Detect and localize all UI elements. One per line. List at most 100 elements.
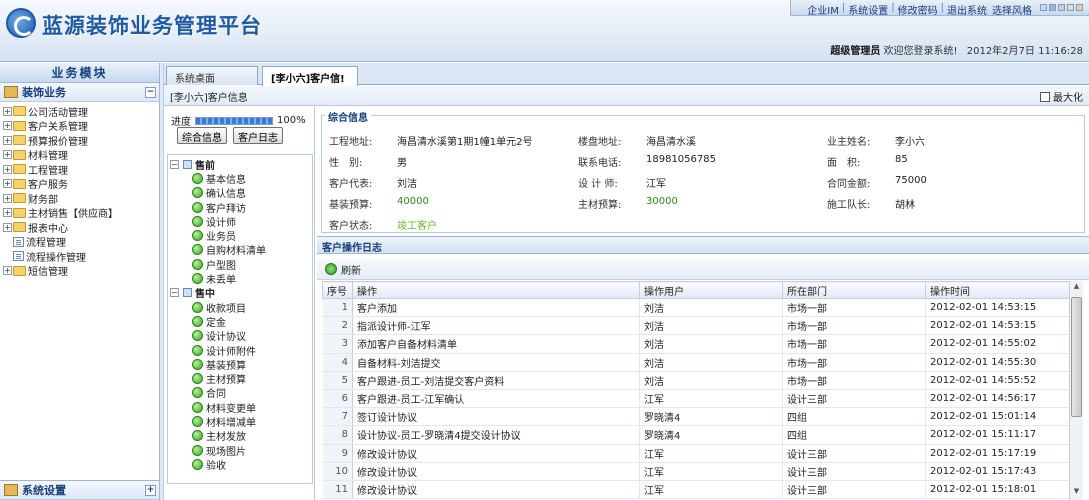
table-row[interactable]: 10修改设计协议江军设计三部2012-02-01 15:17:43 [323, 462, 1070, 480]
menu-logout[interactable]: 退出系统 [947, 2, 987, 15]
table-row[interactable]: 1客户添加刘洁市场一部2012-02-01 14:53:15 [323, 299, 1070, 317]
stage-item[interactable]: 基装预算 [170, 357, 312, 371]
expand-icon[interactable]: + [3, 194, 12, 203]
document-icon [13, 251, 24, 261]
tree-group-mid[interactable]: −售中 [170, 286, 312, 300]
table-cell: 2012-02-01 15:18:01 [926, 480, 1070, 498]
col-header[interactable]: 操作时间 [926, 282, 1070, 299]
tree-item-workflow[interactable]: 流程管理 [3, 235, 159, 250]
tree-group-pre[interactable]: −售前 [170, 157, 312, 171]
table-row[interactable]: 3添加客户自备材料清单刘洁市场一部2012-02-01 14:55:02 [323, 335, 1070, 353]
folder-icon [13, 106, 26, 116]
stage-item[interactable]: 客户拜访 [170, 200, 312, 214]
tab-desktop[interactable]: 系统桌面 [166, 66, 258, 85]
tab-customer-info[interactable]: [李小六]客户信!✕ [262, 66, 358, 86]
stage-item[interactable]: 材料变更单 [170, 400, 312, 414]
expand-icon[interactable]: + [145, 485, 156, 496]
stage-item[interactable]: 主材发放 [170, 429, 312, 443]
stage-item[interactable]: 确认信息 [170, 186, 312, 200]
col-header[interactable]: 序号 [323, 282, 353, 299]
table-row[interactable]: 11修改设计协议江军设计三部2012-02-01 15:18:01 [323, 480, 1070, 498]
scroll-up-icon[interactable]: ▲ [1071, 282, 1082, 294]
table-cell: 市场一部 [783, 335, 926, 353]
stage-item[interactable]: 业务员 [170, 228, 312, 242]
table-cell: 4 [323, 353, 353, 371]
stage-item[interactable]: 未丢单 [170, 271, 312, 285]
collapse-icon[interactable]: − [145, 87, 156, 98]
stage-item[interactable]: 基本信息 [170, 171, 312, 185]
stage-item[interactable]: 收款项目 [170, 300, 312, 314]
tree-item-service[interactable]: +客户服务 [3, 177, 159, 192]
table-row[interactable]: 6客户跟进-员工-江军确认江军设计三部2012-02-01 14:56:17 [323, 389, 1070, 407]
expand-icon[interactable]: + [3, 165, 12, 174]
stage-item[interactable]: 主材预算 [170, 371, 312, 385]
table-row[interactable]: 9修改设计协议江军设计三部2012-02-01 15:17:19 [323, 444, 1070, 462]
stage-tree: −售前 基本信息 确认信息 客户拜访 设计师 业务员 自购材料清单 户型图 未丢… [167, 154, 313, 484]
table-scrollbar[interactable]: ▲ ▼ [1069, 281, 1083, 500]
tree-item-materials[interactable]: +材料管理 [3, 148, 159, 163]
skin-swatch[interactable] [1076, 4, 1083, 11]
expand-icon[interactable]: + [3, 107, 12, 116]
tree-item-supplier[interactable]: +主材销售【供应商】 [3, 206, 159, 221]
skin-swatch[interactable] [1049, 4, 1056, 11]
menu-change-password[interactable]: 修改密码 [898, 2, 938, 15]
tree-item-budget[interactable]: +预算报价管理 [3, 133, 159, 148]
table-row[interactable]: 2指派设计师-江军刘洁市场一部2012-02-01 14:53:15 [323, 317, 1070, 335]
stage-item[interactable]: 定金 [170, 314, 312, 328]
stage-item[interactable]: 现场图片 [170, 443, 312, 457]
table-row[interactable]: 5客户跟进-员工-刘洁提交客户资料刘洁市场一部2012-02-01 14:55:… [323, 371, 1070, 389]
expand-icon[interactable]: + [3, 136, 12, 145]
scroll-down-icon[interactable]: ▼ [1071, 487, 1082, 499]
expand-icon[interactable]: + [3, 223, 12, 232]
check-icon [192, 202, 203, 213]
table-row[interactable]: 4自备材料-刘洁提交刘洁市场一部2012-02-01 14:55:30 [323, 353, 1070, 371]
tree-item-activity[interactable]: +公司活动管理 [3, 104, 159, 119]
col-header[interactable]: 操作用户 [640, 282, 783, 299]
tree-item-reports[interactable]: +报表中心 [3, 220, 159, 235]
table-row[interactable]: 7签订设计协议罗晓清4四组2012-02-01 15:01:14 [323, 408, 1070, 426]
stage-item[interactable]: 设计师附件 [170, 343, 312, 357]
accordion-decoration[interactable]: 装饰业务 − [0, 83, 159, 102]
skin-swatch[interactable] [1067, 4, 1074, 11]
expand-icon[interactable]: + [3, 266, 12, 275]
refresh-button[interactable]: 刷新 [325, 262, 361, 277]
stage-item[interactable]: 合同 [170, 386, 312, 400]
menu-im[interactable]: 企业IM [807, 2, 839, 15]
log-button[interactable]: 客户日志 [233, 127, 283, 144]
skin-swatch[interactable] [1040, 4, 1047, 11]
table-row[interactable]: 8设计协议-员工-罗晓清4提交设计协议罗晓清4四组2012-02-01 15:1… [323, 426, 1070, 444]
stage-item[interactable]: 设计协议 [170, 329, 312, 343]
maximize-button[interactable]: 最大化 [1040, 89, 1083, 104]
collapse-icon[interactable]: − [170, 288, 179, 297]
tree-item-project[interactable]: +工程管理 [3, 162, 159, 177]
table-cell: 市场一部 [783, 353, 926, 371]
stage-item[interactable]: 户型图 [170, 257, 312, 271]
tree-item-workflow-ops[interactable]: 流程操作管理 [3, 249, 159, 264]
sidebar-splitter[interactable] [160, 63, 164, 500]
table-cell: 2012-02-01 15:17:43 [926, 462, 1070, 480]
expand-icon[interactable]: + [3, 121, 12, 130]
col-header[interactable]: 操作 [353, 282, 640, 299]
stage-item[interactable]: 自购材料清单 [170, 243, 312, 257]
col-header[interactable]: 所在部门 [783, 282, 926, 299]
folder-icon [13, 222, 26, 232]
tree-item-crm[interactable]: +客户关系管理 [3, 119, 159, 134]
skin-swatch[interactable] [1058, 4, 1065, 11]
stage-item[interactable]: 材料增减单 [170, 414, 312, 428]
scroll-thumb[interactable] [1071, 297, 1082, 417]
expand-icon[interactable]: + [3, 179, 12, 188]
menu-choose-style[interactable]: 选择风格 [992, 2, 1032, 15]
stage-item[interactable]: 验收 [170, 457, 312, 471]
info-button[interactable]: 综合信息 [177, 127, 227, 144]
table-cell: 2012-02-01 14:55:52 [926, 371, 1070, 389]
expand-icon[interactable]: + [3, 150, 12, 159]
tree-item-sms[interactable]: +短信管理 [3, 264, 159, 279]
table-cell: 5 [323, 371, 353, 389]
expand-icon[interactable]: + [3, 208, 12, 217]
accordion-system-settings[interactable]: 系统设置 + [0, 480, 159, 500]
menu-system-settings[interactable]: 系统设置 [848, 2, 888, 15]
tree-item-finance[interactable]: +财务部 [3, 191, 159, 206]
check-icon [192, 416, 203, 427]
stage-item[interactable]: 设计师 [170, 214, 312, 228]
collapse-icon[interactable]: − [170, 160, 179, 169]
